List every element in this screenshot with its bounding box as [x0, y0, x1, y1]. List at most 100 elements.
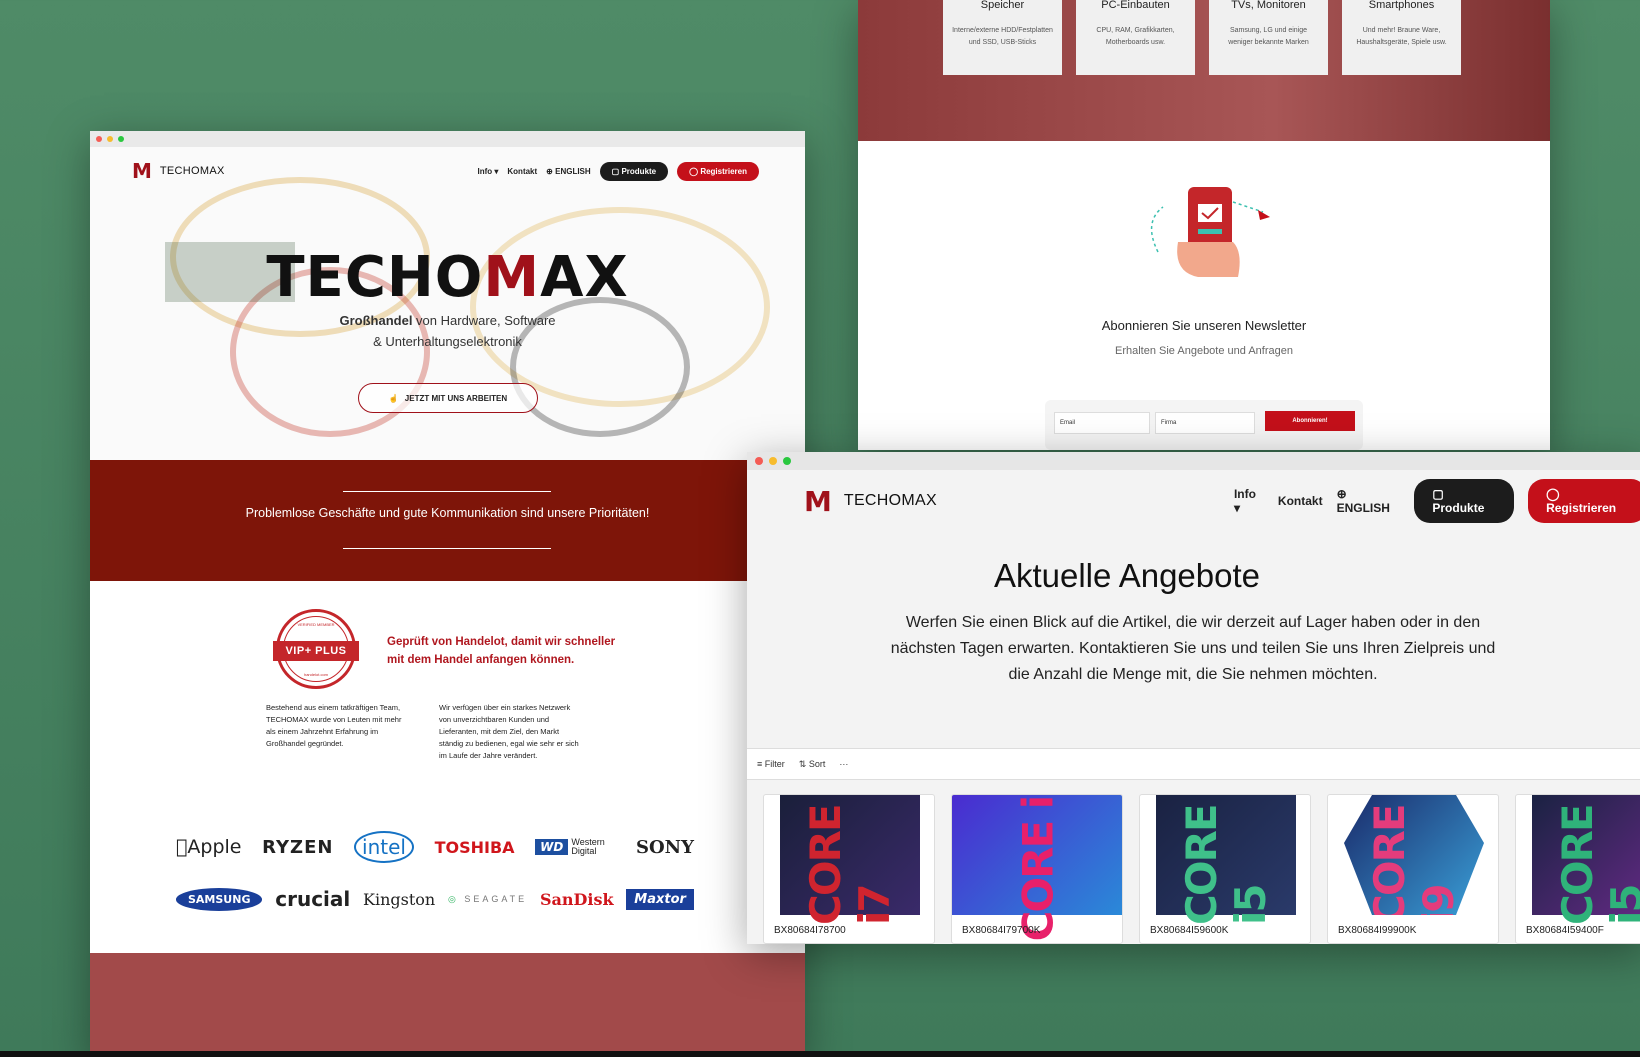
product-card[interactable]: CORE i7 BX80684I79700K [951, 794, 1123, 944]
sony-logo: SONY [635, 836, 694, 858]
close-dot[interactable] [96, 136, 102, 142]
filter-button[interactable]: ≡ Filter [757, 759, 785, 769]
cursor-icon: ☝ [388, 393, 399, 403]
company-field[interactable]: Firma [1155, 412, 1255, 434]
products-label: Produkte [1432, 501, 1485, 515]
register-label: Registrieren [700, 166, 747, 176]
hero-sub-rest: von Hardware, Software [412, 313, 556, 328]
newsletter-subtitle: Erhalten Sie Angebote und Anfragen [1115, 345, 1293, 357]
cta-button[interactable]: ☝ JETZT MIT UNS ARBEITEN [358, 383, 538, 413]
products-window: M TECHOMAX Info ▾ Kontakt ⊕ ENGLISH ▢ Pr… [747, 452, 1640, 944]
top-nav: M TECHOMAX Info ▾ Kontakt ⊕ ENGLISH ▢ Pr… [747, 479, 1640, 523]
language-label: ENGLISH [1336, 501, 1390, 515]
newsletter-window: Speicher Interne/externe HDD/Festplatten… [858, 0, 1550, 450]
verified-line-2: mit dem Handel anfangen können. [387, 654, 575, 666]
about-column-2: Wir verfügen über ein starkes Netzwerk v… [439, 702, 579, 762]
category-card[interactable]: TVs, Monitoren Samsung, LG und einige we… [1209, 0, 1328, 75]
verified-text: Geprüft von Handelot, damit wir schnelle… [387, 633, 615, 669]
cpu-box-image: CORE i7 [952, 795, 1122, 941]
close-dot[interactable] [755, 457, 763, 465]
products-button[interactable]: ▢ Produkte [599, 161, 669, 181]
maximize-dot[interactable] [118, 136, 124, 142]
brand-name[interactable]: TECHOMAX [844, 492, 937, 510]
brand-name[interactable]: TECHOMAX [160, 165, 225, 177]
hero-title-a: TECHO [266, 245, 484, 310]
category-title: TVs, Monitoren [1231, 0, 1306, 11]
top-nav: M TECHOMAX Info ▾ Kontakt ⊕ ENGLISH ▢ Pr… [90, 157, 805, 185]
toshiba-logo: TOSHIBA [430, 837, 515, 857]
category-card[interactable]: PC-Einbauten CPU, RAM, Grafikkarten, Mot… [1076, 0, 1195, 75]
hero-title: TECHOMAX [90, 245, 805, 310]
user-icon: ◯ [1546, 487, 1560, 501]
product-name: BX80684I59600K [1150, 925, 1229, 936]
crucial-logo: crucial [275, 887, 351, 911]
maximize-dot[interactable] [783, 457, 791, 465]
apple-logo: Apple [176, 836, 242, 858]
globe-icon: ⊕ [546, 166, 556, 176]
newsletter-form: Email Firma Abonnieren! [1045, 400, 1363, 450]
register-button[interactable]: ◯ Registrieren [1528, 479, 1640, 523]
logo-icon[interactable]: M [804, 485, 832, 518]
products-label: Produkte [621, 166, 657, 176]
nav-language[interactable]: ⊕ ENGLISH [1337, 487, 1401, 515]
category-title: Speicher [980, 0, 1025, 11]
vip-seal: VERIFIED MEMBER VIP+ PLUS handelot.com [273, 609, 359, 689]
bag-icon: ▢ [1432, 487, 1444, 501]
cpu-box-image: CORE i5 [1156, 795, 1296, 925]
product-card[interactable]: CORE i5 BX80684I59600K [1139, 794, 1311, 944]
nav-language[interactable]: ⊕ ENGLISH [546, 167, 591, 176]
hero-section: M TECHOMAX Info ▾ Kontakt ⊕ ENGLISH ▢ Pr… [90, 147, 805, 460]
hero-sub-bold: Großhandel [339, 313, 413, 328]
western-digital-logo: WD Western Digital [535, 838, 615, 856]
category-desc: Interne/externe HDD/Festplatten und SSD,… [952, 27, 1053, 46]
sort-icon: ⇅ [798, 758, 809, 769]
products-button[interactable]: ▢ Produkte [1414, 479, 1515, 523]
product-card[interactable]: CORE i9 BX80684I99900K [1327, 794, 1499, 944]
more-button[interactable]: ··· [839, 759, 848, 769]
text-line: Wir verfügen über ein starkes Netzwerk [439, 703, 571, 712]
nav-info[interactable]: Info ▾ [1234, 487, 1264, 515]
product-gallery: CORE i7 BX80684I78700 CORE i7 BX80684I79… [763, 794, 1640, 944]
hero-title-m: M [483, 245, 541, 310]
divider [343, 491, 551, 492]
minimize-dot[interactable] [107, 136, 113, 142]
intel-logo: intel [354, 831, 414, 863]
nav-contact[interactable]: Kontakt [507, 167, 537, 176]
text-line: Lieferanten, mit dem Ziel, den Markt [439, 727, 560, 736]
globe-icon: ⊕ [1336, 487, 1347, 501]
page-intro: Werfen Sie einen Blick auf die Artikel, … [890, 614, 1496, 683]
nav-contact[interactable]: Kontakt [1278, 494, 1323, 508]
kingston-logo: Kingston [363, 889, 436, 909]
subscribe-button[interactable]: Abonnieren! [1265, 411, 1355, 431]
product-card[interactable]: CORE i5 BX80684I59400F [1515, 794, 1640, 944]
cpu-box-image: CORE i9 [1344, 795, 1484, 915]
user-icon: ◯ [689, 166, 701, 176]
product-card[interactable]: CORE i7 BX80684I78700 [763, 794, 935, 944]
category-card[interactable]: Smartphones Und mehr! Braune Ware, Haush… [1342, 0, 1461, 75]
register-button[interactable]: ◯ Registrieren [677, 161, 759, 181]
window-chrome [90, 131, 805, 147]
category-card[interactable]: Speicher Interne/externe HDD/Festplatten… [943, 0, 1062, 75]
hero-sub-line2: & Unterhaltungselektronik [373, 334, 522, 349]
register-label: Registrieren [1546, 501, 1617, 515]
text-line: ständig zu bedienen, egal wie sehr er si… [439, 739, 579, 748]
seal-label: VIP+ PLUS [273, 641, 359, 661]
product-name: BX80684I59400F [1526, 925, 1604, 936]
gallery-toolbar: ≡ Filter ⇅ Sort ··· [747, 748, 1640, 780]
homepage-window: M TECHOMAX Info ▾ Kontakt ⊕ ENGLISH ▢ Pr… [90, 131, 805, 1057]
minimize-dot[interactable] [769, 457, 777, 465]
maxtor-logo: Maxtor [626, 888, 694, 910]
text-line: von unverzichtbaren Kunden und [439, 715, 550, 724]
sort-button[interactable]: ⇅ Sort [799, 759, 826, 770]
sandisk-logo: SanDisk [539, 889, 614, 909]
product-name: BX80684I99900K [1338, 925, 1417, 936]
text-line: als einem Jahrzehnt Erfahrung im [266, 727, 379, 736]
samsung-logo: SAMSUNG [176, 887, 263, 911]
logo-icon[interactable]: M [132, 159, 152, 183]
category-banner: Speicher Interne/externe HDD/Festplatten… [858, 0, 1550, 141]
nav-info[interactable]: Info ▾ [477, 167, 498, 176]
screen-bottom-bar [0, 1051, 1640, 1057]
footer-banner [90, 953, 805, 1057]
bag-icon: ▢ [611, 166, 622, 176]
email-field[interactable]: Email [1054, 412, 1150, 434]
